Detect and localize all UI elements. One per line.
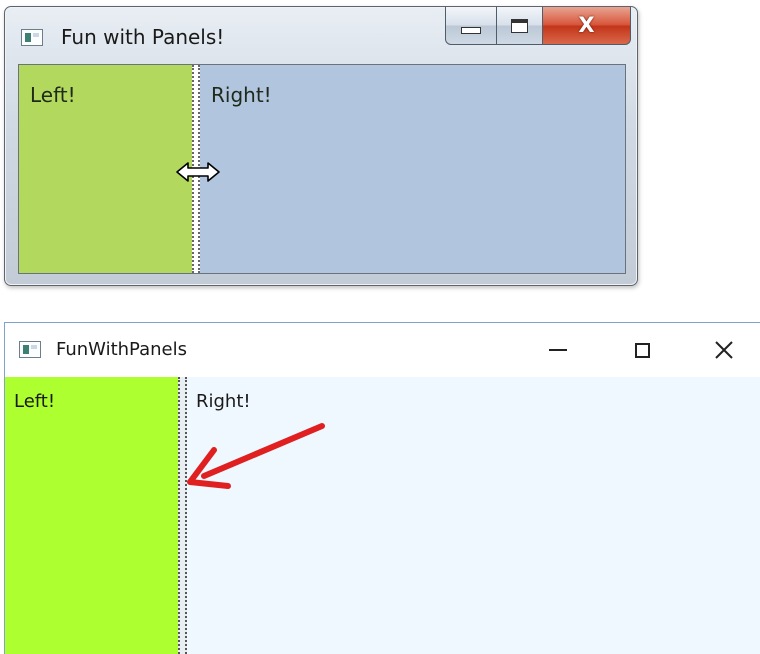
win10-title-bar[interactable]: FunWithPanels [5,323,760,377]
win10-left-panel: Left! [5,377,178,654]
win7-title-bar[interactable]: Fun with Panels! X [5,7,637,63]
win10-left-panel-label: Left! [14,391,56,412]
win10-client-area: Left! Right! [5,377,760,654]
win10-maximize-button[interactable] [619,323,665,377]
win7-right-panel: Right! [200,65,625,273]
resize-horizontal-cursor-icon [176,162,220,182]
minimize-icon [549,349,567,351]
win7-window-controls: X [445,7,631,51]
maximize-icon [511,18,528,33]
win7-minimize-button[interactable] [445,7,497,45]
win10-minimize-button[interactable] [535,323,581,377]
win10-right-panel-label: Right! [196,391,251,412]
close-icon: X [578,13,595,37]
close-icon [715,341,733,359]
red-arrow-icon [187,423,325,489]
win7-left-panel: Left! [19,65,192,273]
window-app-icon[interactable] [21,29,43,46]
win10-close-button[interactable] [701,323,747,377]
win7-left-panel-label: Left! [30,83,76,107]
win10-right-panel: Right! [187,377,760,654]
win7-close-button[interactable]: X [543,7,631,45]
win7-right-panel-label: Right! [211,83,272,107]
screenshot-stage: Fun with Panels! X Left! Right! FunWithP… [0,0,760,654]
win10-window: FunWithPanels Left! Right! [4,322,760,654]
win7-maximize-button[interactable] [497,7,543,45]
win10-grid-splitter[interactable] [178,377,187,654]
win7-window: Fun with Panels! X Left! Right! [4,6,638,286]
win7-client-area: Left! Right! [18,64,626,274]
minimize-icon [461,27,481,34]
window-app-icon[interactable] [19,341,41,358]
maximize-icon [634,342,650,358]
win10-window-title: FunWithPanels [56,339,187,360]
win7-window-title: Fun with Panels! [61,25,225,49]
